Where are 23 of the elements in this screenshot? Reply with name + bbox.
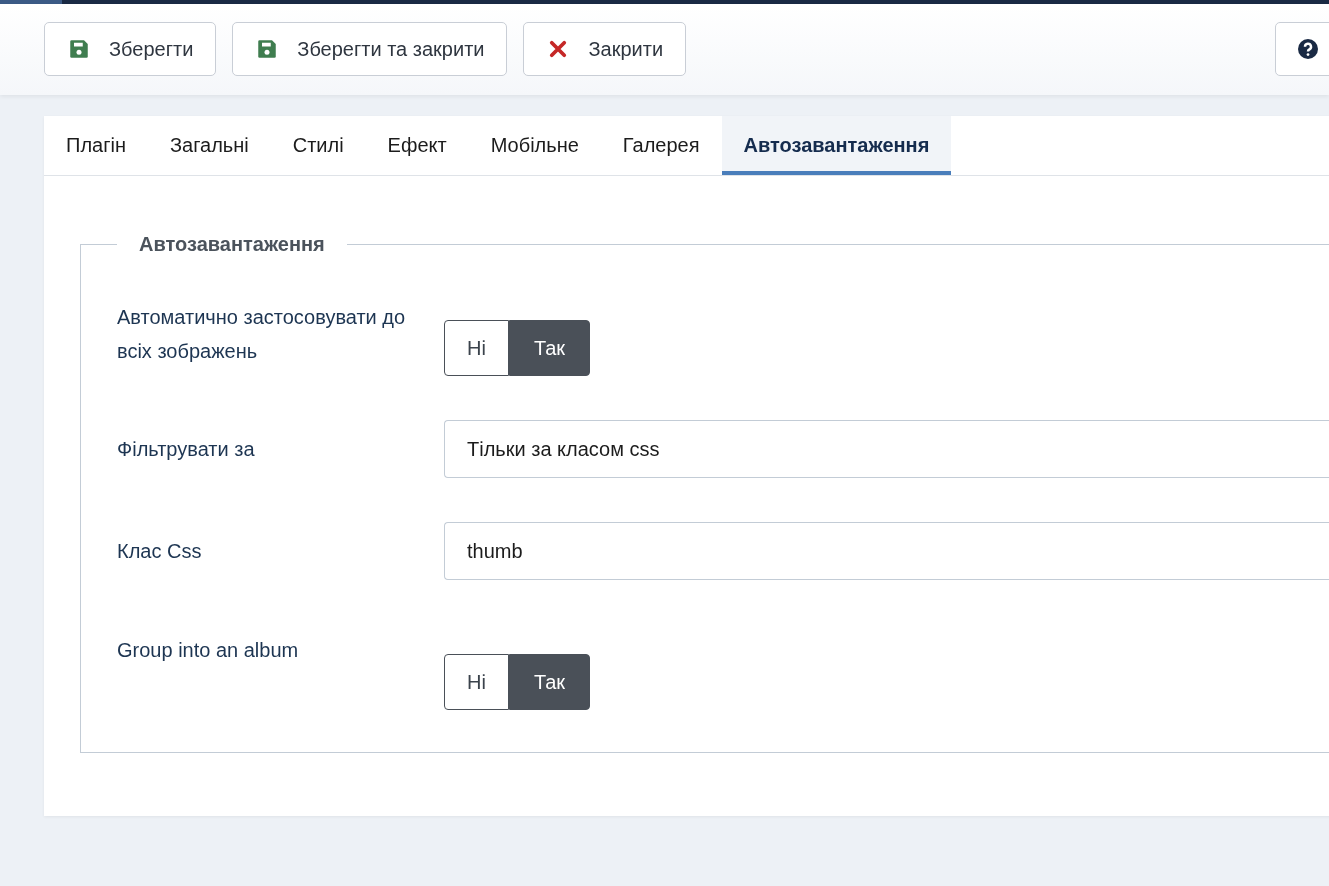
field-label: Автоматично застосовувати до всіх зображень bbox=[117, 305, 407, 364]
tab[interactable]: Ефект bbox=[365, 116, 469, 175]
help-icon bbox=[1298, 39, 1318, 59]
toggle-option[interactable]: Так bbox=[509, 654, 590, 710]
close-icon bbox=[548, 39, 569, 59]
text-input-field[interactable]: thumb bbox=[444, 522, 1329, 580]
toggle-option[interactable]: Ні bbox=[444, 320, 509, 376]
tab[interactable]: Мобільне bbox=[468, 116, 601, 175]
select-field[interactable]: Тільки за класом css bbox=[444, 420, 1329, 478]
toolbar-button[interactable]: Закрити bbox=[523, 22, 687, 76]
toolbar-button[interactable]: Зберегти bbox=[44, 22, 217, 76]
tab[interactable]: Галерея bbox=[600, 116, 722, 175]
tab[interactable]: Плагін bbox=[44, 116, 148, 175]
fieldset-legend: Автозавантаження bbox=[117, 233, 347, 256]
tab[interactable]: Загальні bbox=[147, 116, 271, 175]
tab[interactable]: Автозавантаження bbox=[721, 116, 952, 175]
field-label: Group into an album bbox=[117, 638, 300, 663]
toolbar-button[interactable]: Зберегти та закрити bbox=[232, 22, 508, 76]
toggle-option[interactable]: Так bbox=[509, 320, 590, 376]
field-label: Фільтрувати за bbox=[117, 437, 256, 462]
field-label: Клас Css bbox=[117, 539, 203, 564]
toggle-option[interactable]: Ні bbox=[444, 654, 509, 710]
tab[interactable]: Стилі bbox=[270, 116, 366, 175]
